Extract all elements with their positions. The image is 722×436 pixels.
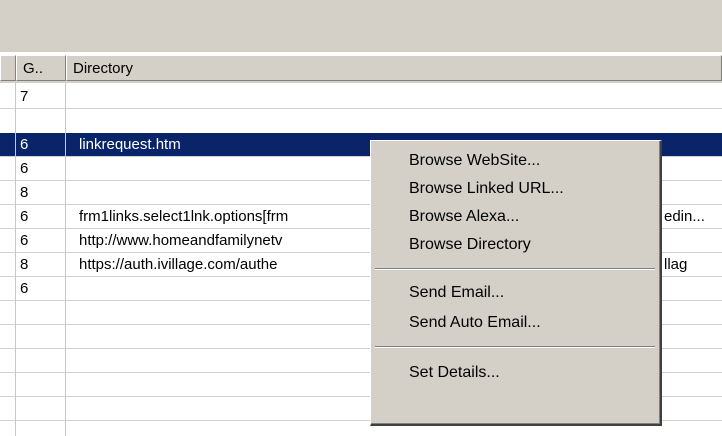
cell-g: 6 bbox=[20, 280, 29, 297]
cell-overflow-text: llag bbox=[664, 256, 688, 273]
column-divider bbox=[15, 83, 16, 436]
column-divider bbox=[65, 83, 66, 436]
table-row[interactable]: 7 bbox=[0, 85, 722, 109]
menu-item-send-email[interactable]: Send Email... bbox=[409, 279, 504, 307]
column-header-directory[interactable]: Directory bbox=[66, 55, 722, 81]
column-header-g[interactable]: G.. bbox=[16, 55, 66, 81]
menu-item-browse-linked-url[interactable]: Browse Linked URL... bbox=[409, 175, 564, 203]
cell-g: 6 bbox=[20, 232, 29, 249]
cell-g: 8 bbox=[20, 184, 29, 201]
cell-g: 6 bbox=[20, 136, 29, 153]
row-selector-header bbox=[0, 55, 16, 81]
grid-header: G.. Directory bbox=[0, 55, 722, 83]
menu-item-send-auto-email[interactable]: Send Auto Email... bbox=[409, 309, 541, 337]
cell-g: 6 bbox=[20, 160, 29, 177]
cell-directory bbox=[66, 85, 722, 108]
menu-item-set-details[interactable]: Set Details... bbox=[409, 359, 500, 387]
top-toolbar-area bbox=[0, 0, 722, 53]
menu-separator bbox=[375, 346, 655, 348]
menu-item-browse-website[interactable]: Browse WebSite... bbox=[409, 147, 540, 175]
cell-g: 7 bbox=[20, 88, 29, 105]
menu-item-browse-directory[interactable]: Browse Directory bbox=[409, 231, 531, 259]
cell-overflow-text: edin... bbox=[664, 208, 705, 225]
cell-g: 6 bbox=[20, 208, 29, 225]
menu-item-browse-alexa[interactable]: Browse Alexa... bbox=[409, 203, 519, 231]
cell-g: 8 bbox=[20, 256, 29, 273]
context-menu: Browse WebSite... Browse Linked URL... B… bbox=[370, 140, 662, 426]
menu-separator bbox=[375, 268, 655, 270]
